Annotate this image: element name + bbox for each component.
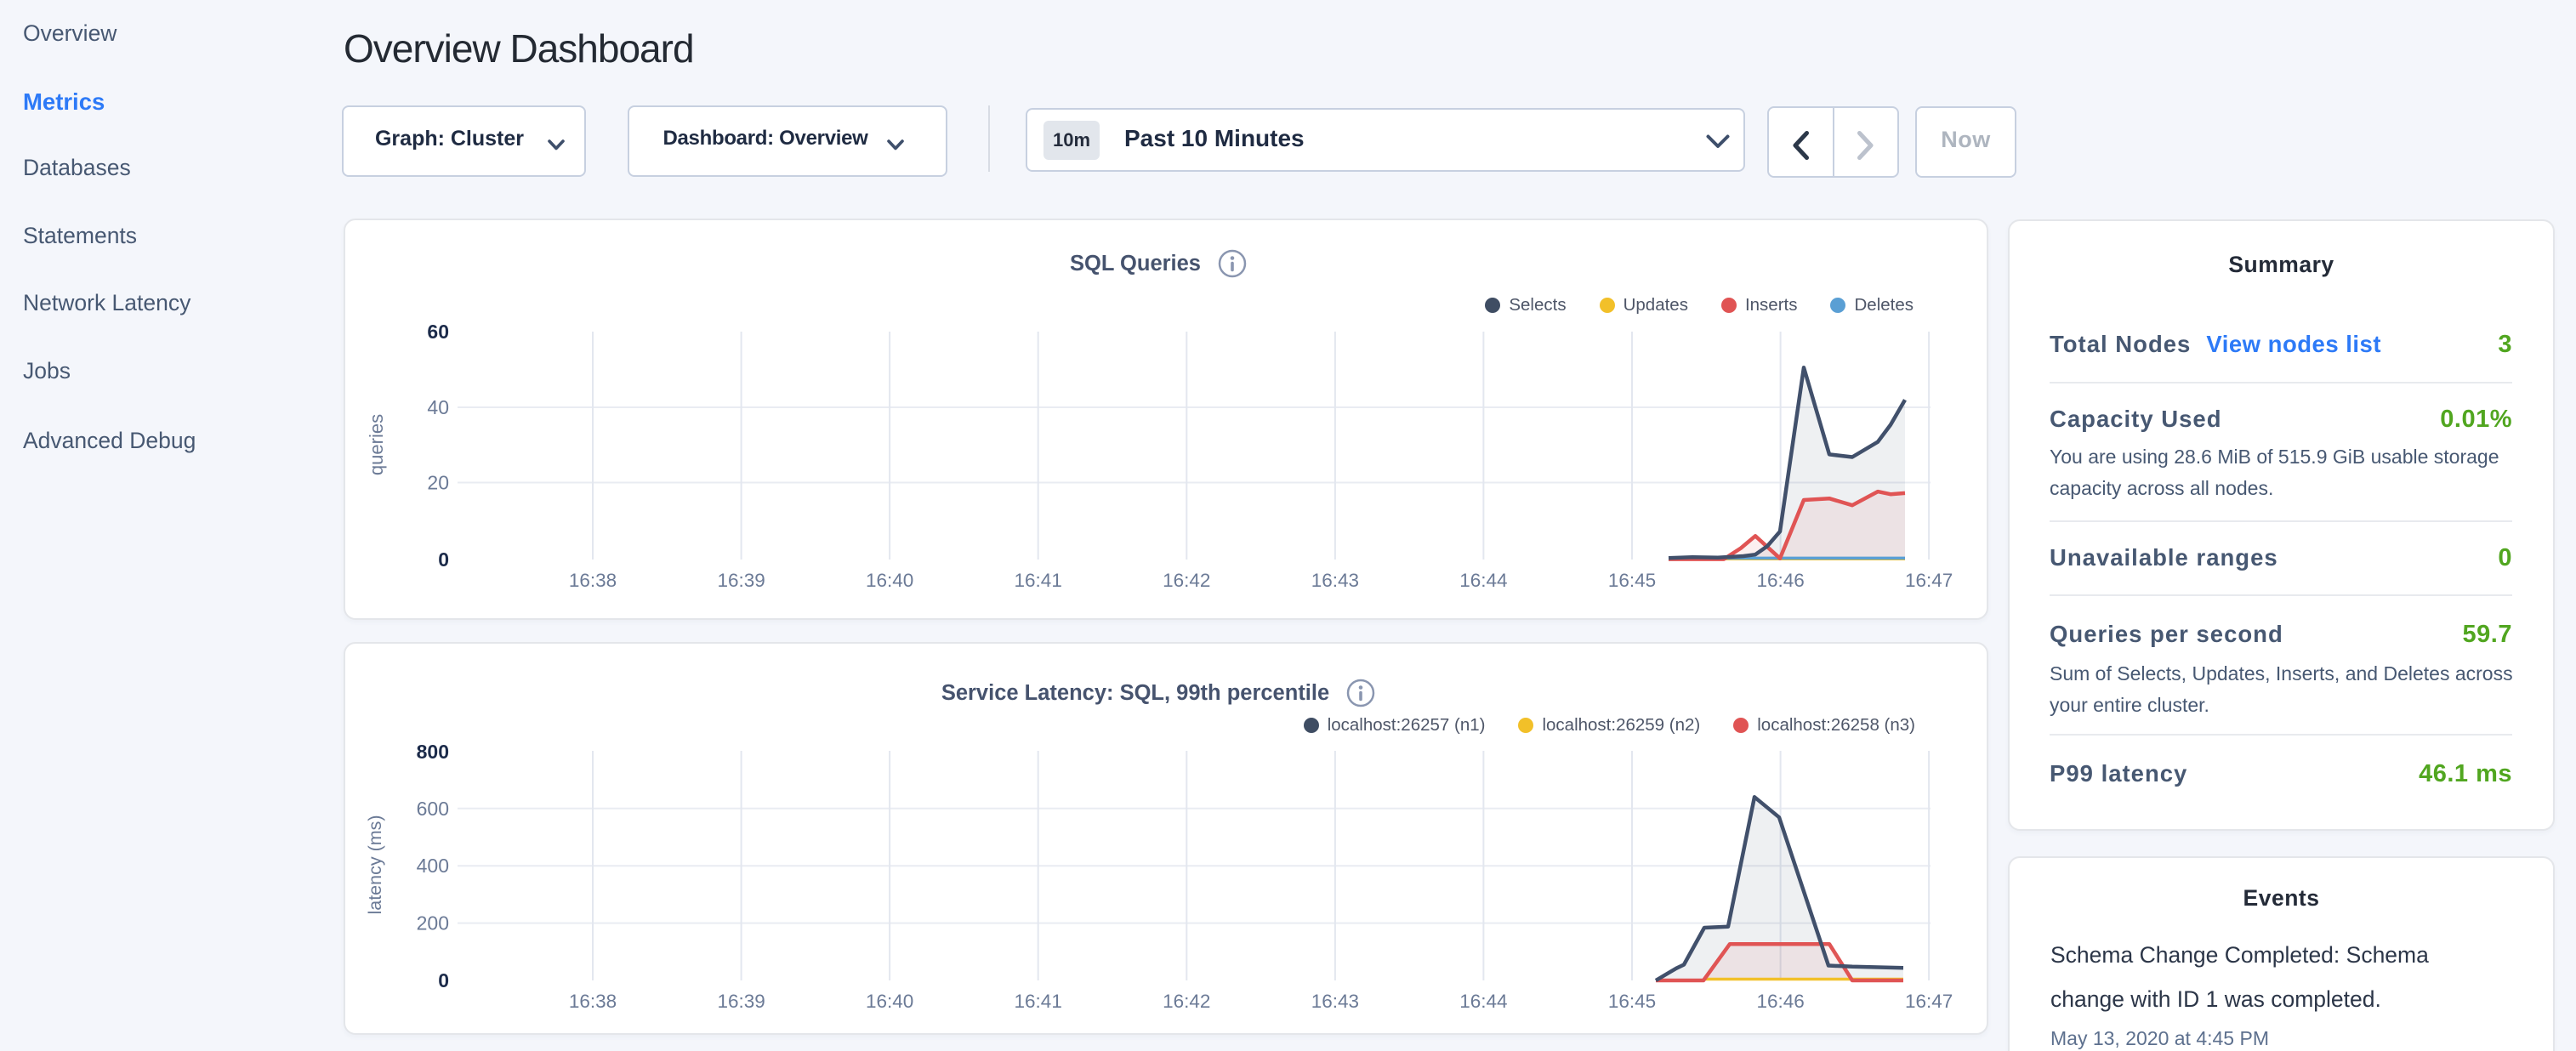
svg-text:16:43: 16:43 [1311, 570, 1359, 591]
svg-text:16:41: 16:41 [1015, 991, 1062, 1012]
svg-text:16:44: 16:44 [1459, 570, 1507, 591]
svg-text:0: 0 [438, 969, 449, 991]
svg-text:16:38: 16:38 [569, 991, 617, 1012]
svg-text:16:39: 16:39 [717, 991, 765, 1012]
svg-text:16:47: 16:47 [1905, 991, 1953, 1012]
svg-text:16:42: 16:42 [1163, 991, 1210, 1012]
svg-text:16:44: 16:44 [1459, 991, 1507, 1012]
svg-text:400: 400 [417, 855, 449, 877]
svg-text:16:46: 16:46 [1756, 570, 1804, 591]
svg-text:queries: queries [366, 414, 387, 475]
svg-text:16:42: 16:42 [1163, 570, 1210, 591]
svg-text:16:40: 16:40 [866, 570, 913, 591]
svg-text:60: 60 [427, 321, 449, 343]
svg-text:16:46: 16:46 [1756, 991, 1804, 1012]
svg-text:16:45: 16:45 [1608, 570, 1656, 591]
svg-text:latency (ms): latency (ms) [365, 815, 385, 914]
svg-text:16:43: 16:43 [1311, 991, 1359, 1012]
svg-text:600: 600 [417, 798, 449, 820]
svg-text:20: 20 [427, 472, 449, 494]
svg-text:16:41: 16:41 [1015, 570, 1062, 591]
svg-text:16:40: 16:40 [866, 991, 913, 1012]
svg-text:16:47: 16:47 [1905, 570, 1953, 591]
svg-text:16:45: 16:45 [1608, 991, 1656, 1012]
svg-text:800: 800 [417, 741, 449, 763]
svg-text:200: 200 [417, 912, 449, 935]
svg-text:16:39: 16:39 [717, 570, 765, 591]
svg-text:40: 40 [427, 396, 449, 418]
svg-text:0: 0 [438, 548, 449, 571]
svg-text:16:38: 16:38 [569, 570, 617, 591]
